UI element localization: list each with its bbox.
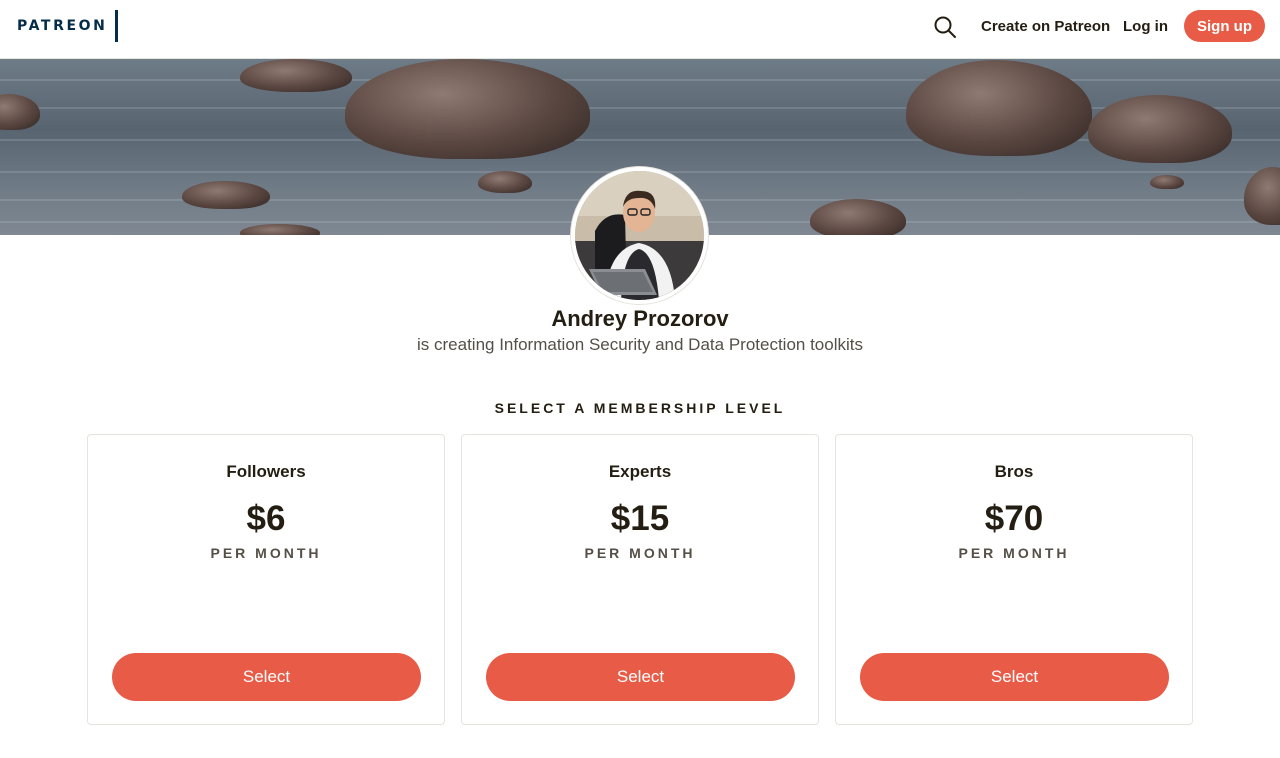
tier-period: PER MONTH xyxy=(958,545,1070,561)
tier-price: $70 xyxy=(984,499,1044,538)
logo-text: PATREON xyxy=(17,18,108,34)
select-tier-button[interactable]: Select xyxy=(860,653,1169,701)
creator-name: Andrey Prozorov xyxy=(551,306,729,331)
sign-up-button[interactable]: Sign up xyxy=(1184,10,1265,42)
tier-period: PER MONTH xyxy=(584,545,696,561)
tier-name: Bros xyxy=(994,462,1034,481)
membership-section-title: SELECT A MEMBERSHIP LEVEL xyxy=(494,400,786,416)
creator-description: is creating Information Security and Dat… xyxy=(417,335,863,354)
tier-price: $15 xyxy=(610,499,670,538)
select-tier-button[interactable]: Select xyxy=(112,653,421,701)
tier-card-bros: Bros $70 PER MONTH Select xyxy=(835,434,1193,725)
tier-period: PER MONTH xyxy=(210,545,322,561)
patreon-logo[interactable]: PATREON xyxy=(17,10,119,42)
select-tier-button[interactable]: Select xyxy=(486,653,795,701)
log-in-link[interactable]: Log in xyxy=(1123,18,1168,35)
create-on-patreon-link[interactable]: Create on Patreon xyxy=(981,18,1110,35)
tier-card-experts: Experts $15 PER MONTH Select xyxy=(461,434,819,725)
tier-name: Followers xyxy=(226,462,306,481)
search-icon[interactable] xyxy=(933,15,957,39)
tier-price: $6 xyxy=(246,499,286,538)
tier-card-followers: Followers $6 PER MONTH Select xyxy=(87,434,445,725)
creator-avatar[interactable] xyxy=(571,167,708,304)
tier-name: Experts xyxy=(608,462,672,481)
top-nav: PATREON Create on Patreon Log in Sign up xyxy=(0,0,1280,59)
logo-bar xyxy=(115,10,119,42)
